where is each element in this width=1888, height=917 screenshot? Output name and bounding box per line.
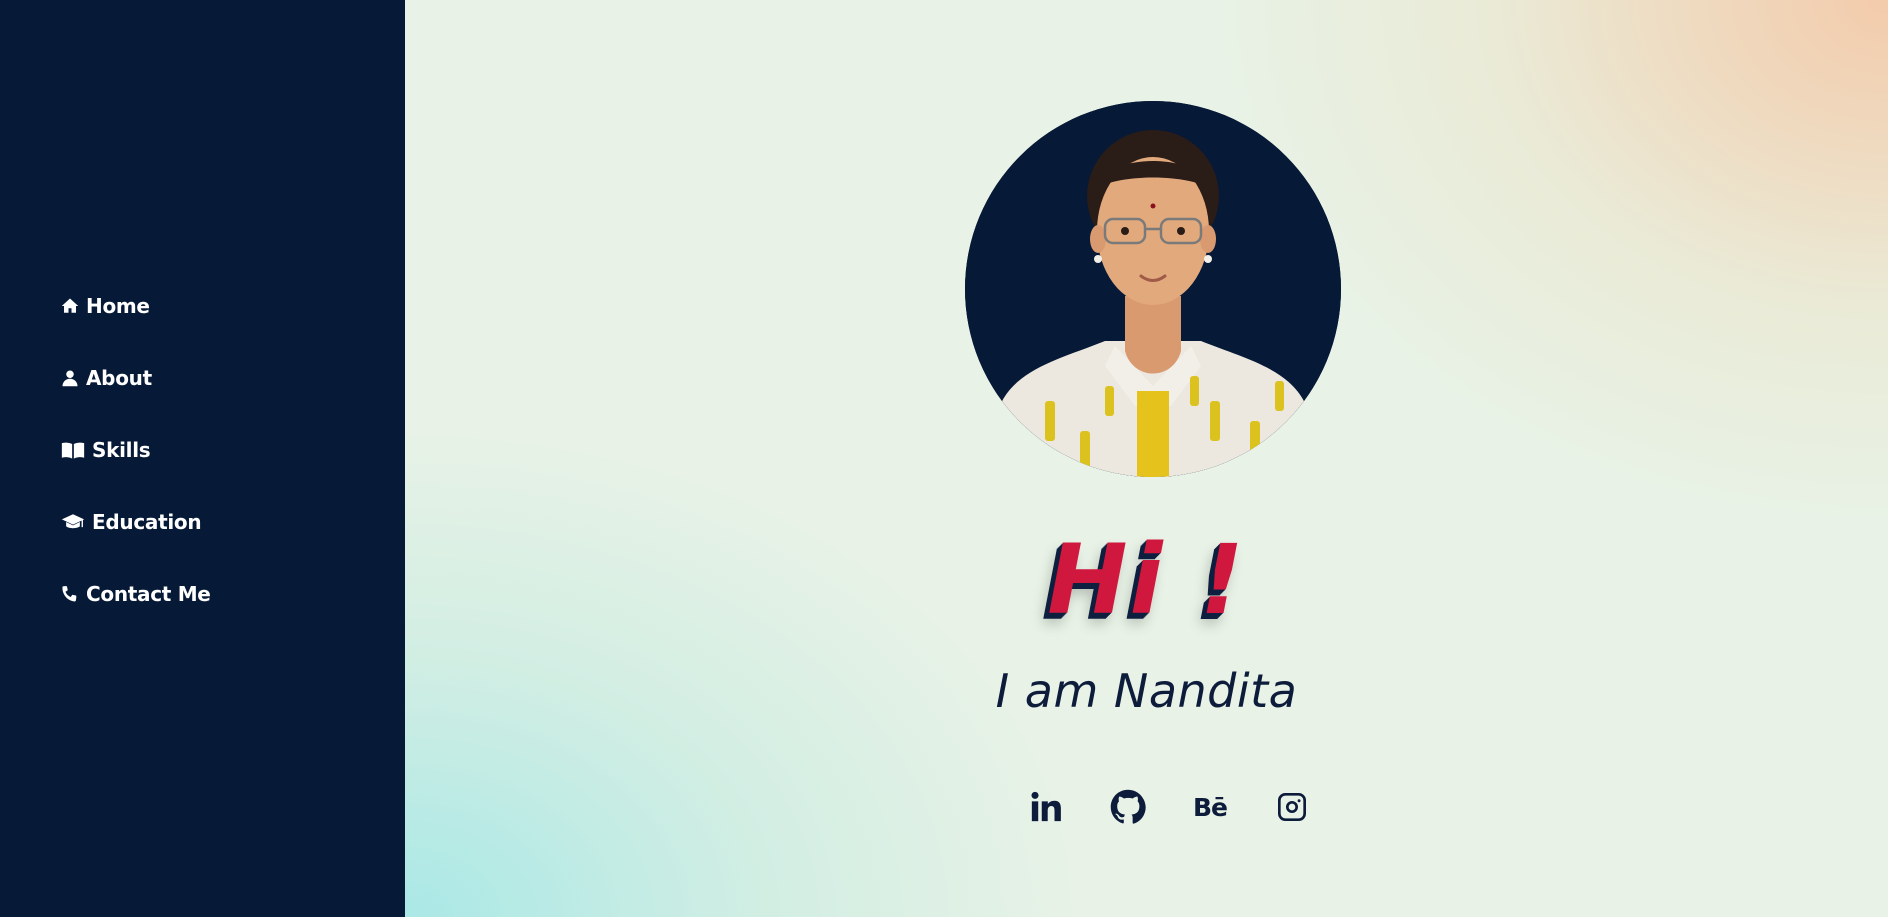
nav-item-label: Home: [86, 294, 150, 318]
behance-label: Bē: [1192, 792, 1228, 822]
linkedin-icon[interactable]: [1005, 785, 1087, 829]
nav-item-contact[interactable]: Contact Me: [60, 576, 211, 612]
sidebar-nav: Home About Skills Education Contact Me: [60, 288, 211, 648]
page: Home About Skills Education Contact Me H…: [0, 0, 1888, 917]
home-icon: [60, 296, 80, 316]
book-icon: [60, 440, 86, 460]
instagram-icon[interactable]: [1251, 785, 1333, 829]
github-icon[interactable]: [1087, 785, 1169, 829]
user-icon: [60, 368, 80, 388]
profile-photo: [965, 101, 1341, 477]
nav-item-label: Contact Me: [86, 582, 211, 606]
graduation-cap-icon: [60, 512, 86, 532]
nav-item-about[interactable]: About: [60, 360, 211, 396]
social-links: Bē: [1005, 785, 1333, 829]
nav-item-education[interactable]: Education: [60, 504, 211, 540]
nav-item-label: About: [86, 366, 152, 390]
intro-subtitle: I am Nandita: [995, 664, 1298, 718]
nav-item-label: Skills: [92, 438, 151, 462]
nav-item-label: Education: [92, 510, 202, 534]
sidebar: Home About Skills Education Contact Me: [0, 0, 405, 917]
greeting-heading: Hi !: [1047, 524, 1246, 636]
main-hero: Hi ! I am Nandita Bē: [405, 0, 1888, 917]
nav-item-home[interactable]: Home: [60, 288, 211, 324]
behance-icon[interactable]: Bē: [1169, 785, 1251, 829]
nav-item-skills[interactable]: Skills: [60, 432, 211, 468]
phone-icon: [60, 584, 80, 604]
